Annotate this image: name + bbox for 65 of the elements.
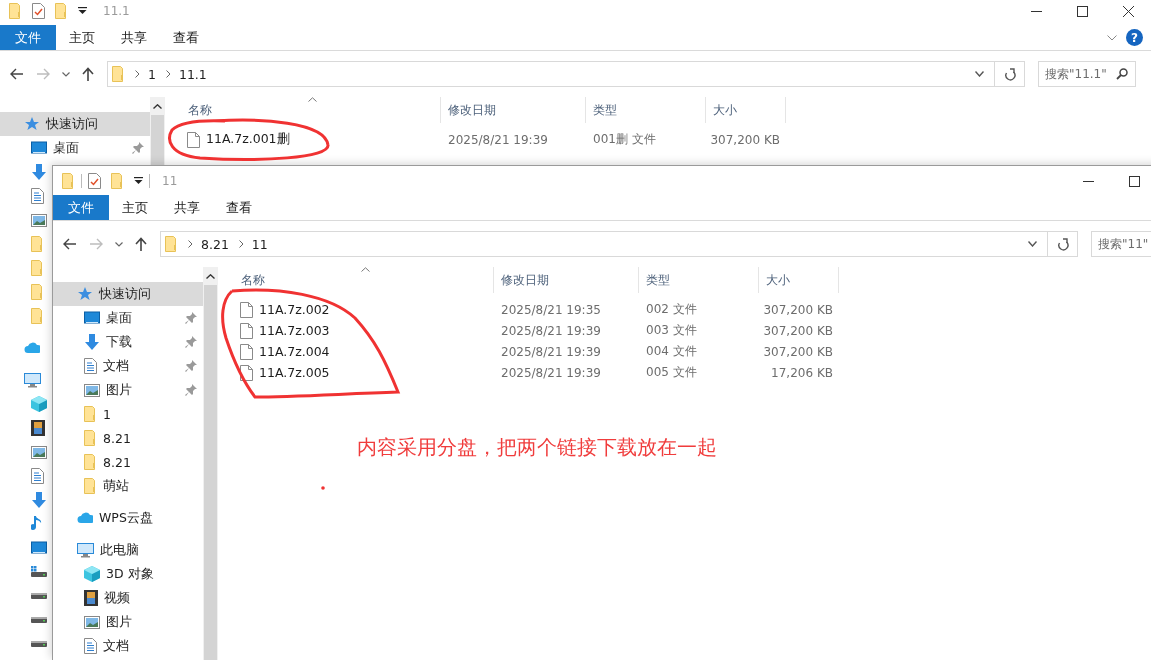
- table-cell-text: 307,200 KB: [762, 302, 834, 317]
- address-bar[interactable]: 1 11.1: [107, 61, 1025, 87]
- column-header[interactable]: 类型: [639, 267, 759, 293]
- path-segment[interactable]: 11.1: [178, 66, 207, 82]
- file-name[interactable]: 11A.7z.002: [259, 302, 330, 317]
- table-cell-text: 2025/8/21 19:39: [500, 323, 602, 338]
- window-title: 11: [162, 174, 178, 188]
- sidebar-item[interactable]: 此电脑: [53, 538, 203, 562]
- ribbon-tab[interactable]: 文件: [0, 25, 56, 50]
- sidebar-item[interactable]: 图片: [53, 610, 203, 634]
- table-cell-text: 307,200 KB: [709, 132, 781, 147]
- help-button[interactable]: ?: [1126, 29, 1143, 46]
- column-header[interactable]: 大小: [759, 267, 839, 293]
- table-cell-text: 307,200 KB: [762, 344, 834, 359]
- ribbon-tab[interactable]: 查看: [160, 25, 212, 50]
- ribbon-tab[interactable]: 共享: [108, 25, 160, 50]
- table-cell-text: 003 文件: [645, 322, 698, 339]
- table-cell-text: 004 文件: [645, 343, 698, 360]
- sidebar-item[interactable]: 下载: [53, 330, 203, 354]
- file-name[interactable]: 11A.7z.003: [259, 323, 330, 338]
- ribbon-tab[interactable]: 共享: [161, 195, 213, 220]
- sidebar-item[interactable]: 快速访问: [0, 112, 150, 136]
- path-segment[interactable]: 8.21: [201, 236, 229, 252]
- ribbon-tab[interactable]: 查看: [213, 195, 265, 220]
- table-cell-text: 001删 文件: [592, 131, 657, 148]
- column-header[interactable]: 名称: [165, 97, 441, 123]
- sidebar-item[interactable]: 快速访问: [53, 282, 203, 306]
- table-cell-text: 002 文件: [645, 301, 698, 318]
- file-name[interactable]: 11A.7z.004: [259, 344, 330, 359]
- table-cell-text: 2025/8/21 19:39: [500, 365, 602, 380]
- sidebar-item[interactable]: 3D 对象: [53, 562, 203, 586]
- sidebar-item[interactable]: 文档: [53, 354, 203, 378]
- sidebar-item[interactable]: 文档: [53, 634, 203, 658]
- search-field[interactable]: 搜索"11": [1091, 231, 1151, 257]
- sidebar-item[interactable]: 8.21: [53, 426, 203, 450]
- ribbon-tab[interactable]: 文件: [53, 195, 109, 220]
- sidebar-item[interactable]: WPS云盘: [53, 506, 203, 530]
- sidebar-item[interactable]: 视频: [53, 586, 203, 610]
- column-header[interactable]: 修改日期: [441, 97, 586, 123]
- table-cell-text: 17,206 KB: [770, 365, 834, 380]
- file-name[interactable]: 11A.7z.001删: [206, 131, 290, 148]
- table-cell-text: 2025/8/21 19:39: [500, 344, 602, 359]
- column-header[interactable]: 修改日期: [494, 267, 639, 293]
- column-header[interactable]: 大小: [706, 97, 786, 123]
- file-name[interactable]: 11A.7z.005: [259, 365, 330, 380]
- sidebar-item[interactable]: 1: [53, 402, 203, 426]
- column-header[interactable]: 类型: [586, 97, 706, 123]
- sidebar-item[interactable]: 图片: [53, 378, 203, 402]
- table-cell-text: 2025/8/21 19:39: [447, 132, 549, 147]
- path-segment[interactable]: 1: [148, 66, 156, 82]
- column-header[interactable]: 名称: [218, 267, 494, 293]
- path-segment[interactable]: 11: [251, 236, 268, 252]
- table-cell-text: 307,200 KB: [762, 323, 834, 338]
- sidebar-item[interactable]: 萌站: [53, 474, 203, 498]
- search-field[interactable]: 搜索"11.1": [1038, 61, 1136, 87]
- annotation-text: 内容采用分盘，把两个链接下载放在一起: [357, 434, 717, 461]
- address-bar[interactable]: 8.21 11: [160, 231, 1078, 257]
- sidebar-item[interactable]: 8.21: [53, 450, 203, 474]
- table-cell-text: 2025/8/21 19:35: [500, 302, 602, 317]
- sidebar-item[interactable]: 桌面: [0, 136, 150, 160]
- table-cell-text: 005 文件: [645, 364, 698, 381]
- sidebar-item[interactable]: 桌面: [53, 306, 203, 330]
- ribbon-tab[interactable]: 主页: [109, 195, 161, 220]
- ribbon-tab[interactable]: 主页: [56, 25, 108, 50]
- window-title: 11.1: [103, 4, 130, 18]
